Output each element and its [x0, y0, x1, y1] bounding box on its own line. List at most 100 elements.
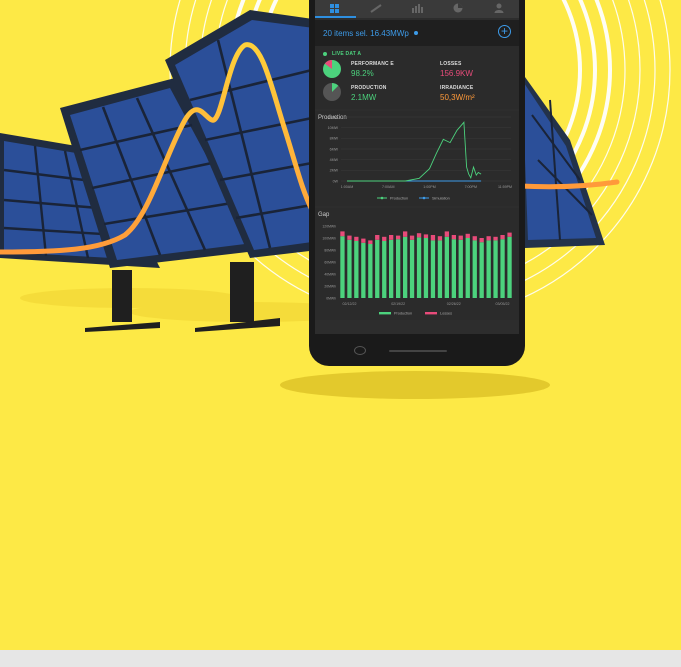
tab-profile[interactable] — [478, 0, 519, 18]
production-bar — [375, 239, 380, 298]
losses-bar — [472, 236, 477, 241]
legend-label: Losses — [440, 311, 452, 315]
production-bar — [451, 239, 456, 298]
production-bar — [500, 239, 505, 298]
legend-label: Production — [390, 196, 408, 200]
losses-bar — [389, 235, 394, 240]
home-indicator-bar[interactable] — [389, 350, 447, 352]
y-tick-label: 0MWh — [326, 296, 336, 300]
legend-label: Simulation — [432, 196, 450, 200]
legend-marker — [380, 196, 384, 200]
production-bar — [493, 240, 498, 298]
losses-bar — [340, 231, 345, 237]
y-tick-label: 60MWh — [324, 260, 336, 264]
illustration-canvas: 20 items sel. 16.43MWp + LIVE DAT A PERF… — [0, 0, 681, 667]
production-bar — [409, 239, 415, 298]
production-pie-icon — [323, 83, 341, 101]
production-bar — [340, 236, 345, 298]
production-bar — [361, 242, 366, 298]
losses-bar — [493, 236, 498, 241]
performance-pie-icon — [323, 60, 341, 78]
production-bar — [430, 240, 436, 298]
production-bar — [403, 236, 408, 298]
losses-bar — [361, 238, 366, 243]
gap-bar-chart: 120MWh 100MWh 80MWh 60MWh 40MWh 20MWh 0MWh 02/1… — [322, 224, 512, 315]
production-label: PRODUCTION — [351, 85, 387, 91]
losses-bar — [347, 235, 352, 240]
losses-bar — [430, 235, 436, 241]
losses-bar — [479, 238, 484, 243]
irradiance-label: IRRADIANCE — [440, 85, 474, 91]
user-icon — [494, 3, 504, 13]
production-bar — [354, 241, 359, 298]
production-bar — [347, 239, 352, 298]
legend-label: Production — [394, 311, 412, 315]
losses-bar — [403, 231, 408, 237]
losses-bar — [396, 235, 401, 240]
irradiance-value: 50,3W/m² — [440, 93, 475, 102]
losses-bar — [382, 236, 387, 241]
production-line-chart: 12MW 10MW 8MW 6MW 4MW 2MW 0W1:00AM 7:00AM 1:00PM… — [328, 115, 512, 200]
x-tick-label: 03/05/22 — [496, 302, 510, 306]
bottom-strip — [0, 650, 681, 667]
live-data-card: LIVE DAT A PERFORMANC E 98.2% LOSSES 156… — [315, 46, 519, 109]
phone-shadow — [280, 371, 550, 399]
production-value: 2.1MW — [351, 93, 377, 102]
y-tick-label: 2MW — [330, 169, 339, 173]
losses-bar — [500, 235, 505, 240]
production-bar — [423, 238, 429, 298]
home-button[interactable] — [354, 346, 366, 355]
satellite-icon — [370, 3, 382, 13]
losses-bar — [423, 234, 429, 238]
bar-chart-icon — [411, 3, 423, 13]
x-tick-label: 1:00PM — [423, 185, 435, 189]
production-bar — [507, 236, 512, 298]
production-bar — [486, 240, 491, 298]
legend-marker — [422, 196, 426, 200]
production-bar — [416, 237, 422, 298]
production-bar — [368, 244, 373, 298]
y-tick-label: 6MW — [330, 147, 339, 151]
live-data-title: LIVE DAT A — [323, 51, 361, 57]
performance-value: 98.2% — [351, 69, 374, 78]
x-tick-label: 1:00AM — [341, 185, 353, 189]
tab-reports[interactable] — [437, 0, 478, 18]
x-tick-label: 02/12/22 — [343, 302, 357, 306]
tab-analytics[interactable] — [397, 0, 438, 18]
y-tick-label: 80MWh — [324, 248, 336, 252]
production-bar — [389, 239, 394, 298]
production-bar — [479, 242, 484, 298]
gap-chart-panel: Gap 120MWh 100MWh 80MWh 60MWh 40MWh 20MWh 0MWh… — [315, 208, 519, 320]
y-tick-label: 120MWh — [322, 224, 336, 228]
selection-bar[interactable]: 20 items sel. 16.43MWp + — [315, 20, 519, 46]
live-indicator-dot — [323, 52, 327, 56]
losses-bar — [444, 231, 449, 237]
losses-bar — [451, 235, 456, 240]
production-bar — [437, 240, 443, 298]
phone-device: 20 items sel. 16.43MWp + LIVE DAT A PERF… — [309, 0, 525, 366]
y-tick-label: 100MWh — [322, 236, 336, 240]
pie-chart-icon — [453, 3, 463, 13]
tab-satellite[interactable] — [356, 0, 397, 18]
losses-bar — [375, 235, 380, 240]
x-tick-label: 7:00PM — [465, 185, 477, 189]
losses-bar — [437, 236, 443, 241]
losses-bar — [458, 235, 463, 240]
production-bar — [396, 239, 401, 298]
production-chart-panel: Production 12MW 10MW 8MW 6MW 4MW 2MW 0W 1:00AM 7… — [315, 111, 519, 206]
losses-bar — [354, 236, 359, 241]
y-tick-label: 20MWh — [324, 284, 336, 288]
y-tick-label: 4MW — [330, 158, 339, 162]
y-tick-label: 40MWh — [324, 272, 336, 276]
production-bar — [458, 239, 463, 298]
losses-bar — [409, 235, 415, 240]
y-tick-label: 10MW — [328, 126, 339, 130]
tab-dashboard[interactable] — [315, 0, 356, 18]
x-tick-label: 7:00AM — [382, 185, 394, 189]
losses-bar — [465, 233, 470, 238]
losses-bar — [416, 233, 422, 238]
production-bar — [465, 238, 470, 298]
plus-circle-icon[interactable]: + — [498, 25, 511, 38]
selection-summary: 20 items sel. 16.43MWp — [323, 28, 409, 38]
losses-bar — [486, 236, 491, 241]
